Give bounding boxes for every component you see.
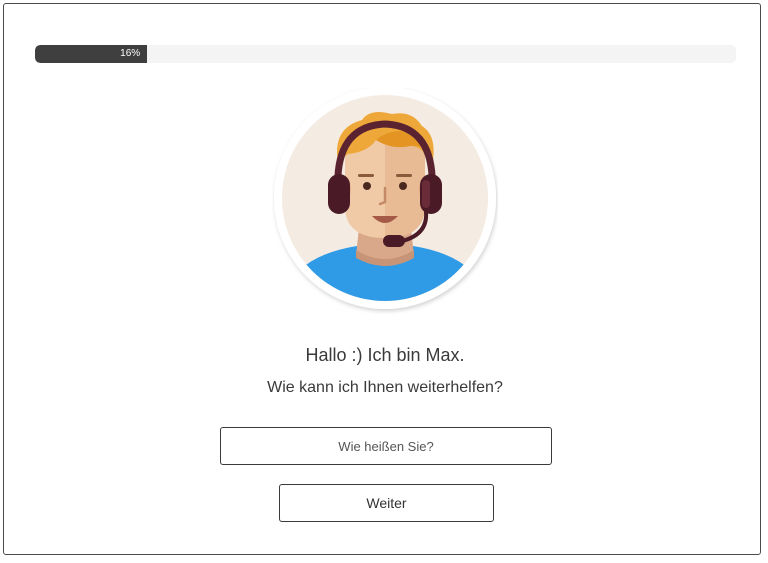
support-agent-avatar-icon — [274, 88, 496, 309]
question-text: Wie kann ich Ihnen weiterhelfen? — [267, 379, 503, 396]
next-button[interactable]: Weiter — [279, 484, 494, 522]
chat-window: 16% Hallo:) Ich bin Max. Wie kann ich I… — [3, 3, 761, 555]
progress-label: 16% — [120, 48, 141, 59]
progress-fill: 16% — [35, 45, 148, 63]
progress-bar: 16% — [35, 45, 736, 63]
name-input[interactable] — [220, 427, 552, 465]
greeting-text: Hallo :) Ich bin Max. — [305, 345, 465, 365]
